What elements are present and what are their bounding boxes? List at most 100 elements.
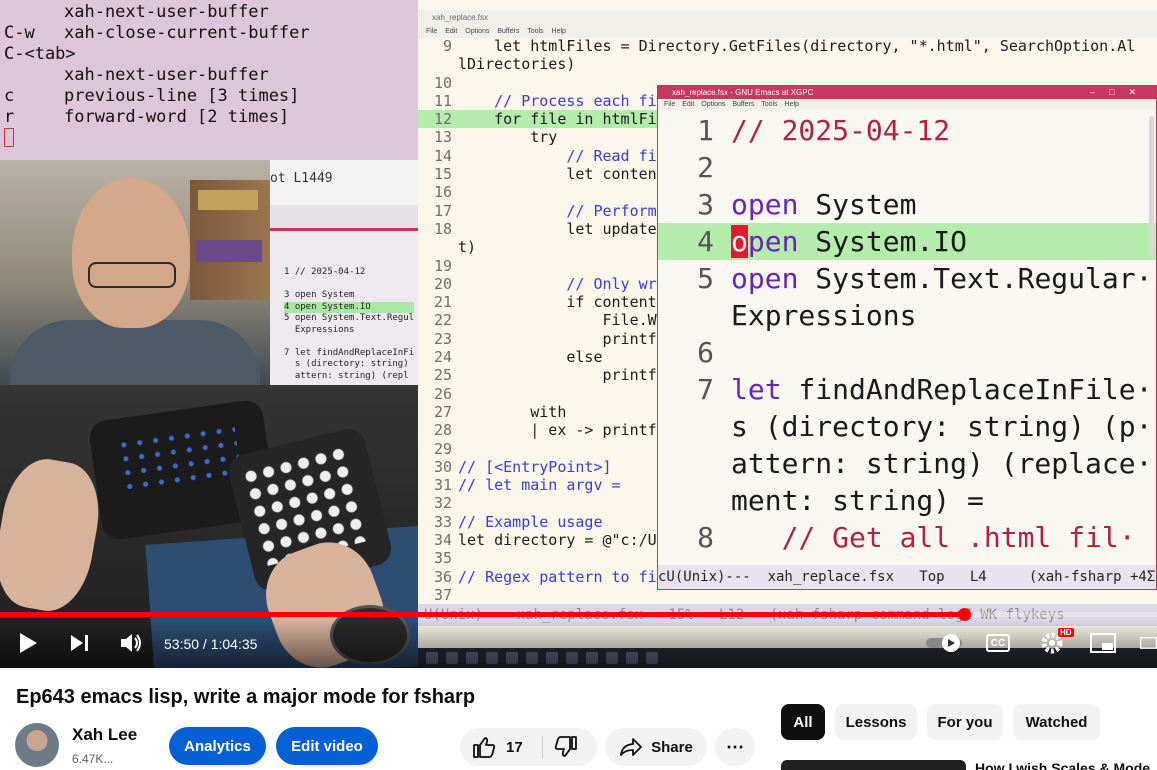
code-text: with bbox=[458, 402, 567, 421]
volume-button[interactable] bbox=[117, 630, 145, 656]
line-number: 26 bbox=[433, 384, 452, 403]
current-time: 53:50 bbox=[164, 636, 200, 652]
line-number: 21 bbox=[433, 293, 452, 312]
code-text: lDirectories) bbox=[458, 55, 576, 74]
mini-titlebar bbox=[270, 205, 418, 231]
line-number: 29 bbox=[433, 439, 452, 458]
play-button[interactable] bbox=[14, 630, 42, 656]
mini-line: 4 open System.IO bbox=[284, 301, 415, 313]
front-modeline: cU(Unix)--- xah_replace.fsx Top L4 (xah-… bbox=[658, 565, 1157, 589]
chip-watched[interactable]: Watched bbox=[1013, 704, 1100, 740]
next-button[interactable] bbox=[66, 630, 94, 656]
text-cursor: o bbox=[731, 225, 748, 258]
front-code-line: ment: string) = bbox=[658, 482, 1156, 519]
theater-button[interactable] bbox=[1140, 630, 1157, 656]
code-text: let updatedC bbox=[458, 219, 675, 238]
mini-line: s (directory: string) bbox=[284, 359, 409, 369]
line-number: 6 bbox=[697, 336, 714, 369]
mini-line: 5 open System.Text.Regul bbox=[284, 313, 415, 323]
video-player[interactable]: xah-next-user-buffer C-w xah-close-curren… bbox=[0, 0, 1157, 668]
code-text: // 2025-04-12 bbox=[731, 114, 951, 147]
time-display: 53:50 / 1:04:35 bbox=[164, 636, 257, 652]
edit-video-button[interactable]: Edit video bbox=[276, 727, 378, 765]
dislike-button[interactable] bbox=[554, 736, 578, 763]
code-text: let htmlFiles = Directory.GetFiles(direc… bbox=[458, 37, 1136, 55]
mini-screen-thumbnail: 1 // 2025-04-12 3 open System 4 open Sys… bbox=[270, 205, 418, 385]
line-number: 7 bbox=[697, 373, 714, 406]
share-label: Share bbox=[651, 738, 693, 756]
front-titlebar: xah_replace.fsx - GNU Emacs at XGPC –□✕ bbox=[658, 86, 1156, 99]
recommended-thumbnail[interactable] bbox=[781, 760, 966, 770]
code-text: printfn bbox=[458, 329, 666, 348]
line-number: 17 bbox=[433, 201, 452, 220]
front-code-line: 2 bbox=[658, 149, 1156, 186]
line-number: 5 bbox=[697, 262, 714, 295]
mini-line bbox=[284, 336, 414, 348]
chip-all[interactable]: All bbox=[781, 704, 825, 740]
window-controls[interactable]: –□✕ bbox=[1090, 86, 1150, 99]
line-number: 4 bbox=[697, 225, 714, 258]
front-code-line: Expressions bbox=[658, 297, 1156, 334]
line-number: 9 bbox=[442, 37, 452, 55]
chip-for-you[interactable]: For you bbox=[927, 704, 1003, 740]
code-text: System.Text.Regular· bbox=[798, 262, 1153, 295]
like-divider bbox=[542, 736, 543, 758]
front-code-line: 1 // 2025-04-12 bbox=[658, 112, 1156, 149]
line-number: 10 bbox=[433, 73, 452, 92]
line-number: 13 bbox=[433, 128, 452, 147]
chip-lessons[interactable]: Lessons bbox=[835, 704, 917, 740]
code-text: let directory = @"c:/Use bbox=[458, 531, 675, 550]
line-number: 28 bbox=[433, 421, 452, 440]
line-number: 19 bbox=[433, 256, 452, 275]
front-scrollbar[interactable] bbox=[1149, 116, 1154, 256]
line-number: 23 bbox=[433, 329, 452, 348]
mini-line: Expressions bbox=[284, 324, 355, 335]
presenter-head bbox=[72, 178, 190, 328]
front-code-line: attern: string) (replace· bbox=[658, 445, 1156, 482]
autoplay-toggle[interactable] bbox=[925, 630, 965, 656]
mini-line: attern: string) (repl bbox=[284, 370, 409, 381]
line-number: 12 bbox=[433, 110, 452, 129]
code-text: // Regex pattern to find bbox=[458, 567, 675, 586]
miniplayer-icon bbox=[1090, 633, 1116, 653]
channel-avatar[interactable] bbox=[15, 723, 59, 767]
code-text: findAndReplaceInFile· bbox=[781, 373, 1153, 406]
line-number: 35 bbox=[433, 549, 452, 568]
line-number: 1 bbox=[697, 114, 714, 147]
left-hand bbox=[0, 452, 108, 618]
total-time: 1:04:35 bbox=[210, 636, 258, 652]
presenter-glasses bbox=[88, 262, 176, 288]
front-code-line: 4 open System.IO bbox=[658, 223, 1156, 260]
line-number: 11 bbox=[433, 91, 452, 110]
captions-button[interactable]: CC bbox=[986, 634, 1010, 652]
code-text: // Perform r bbox=[458, 201, 675, 220]
recommended-title[interactable]: How I wish Scales & Mode bbox=[975, 760, 1150, 770]
channel-name[interactable]: Xah Lee bbox=[72, 725, 137, 745]
code-text: System bbox=[798, 188, 917, 221]
like-dislike-group: 17 bbox=[460, 728, 597, 766]
line-number: 27 bbox=[433, 402, 452, 421]
share-icon bbox=[620, 738, 643, 756]
analytics-button[interactable]: Analytics bbox=[169, 727, 266, 765]
share-button[interactable]: Share bbox=[605, 728, 707, 766]
code-text: printfn bbox=[458, 366, 666, 385]
player-controls: 53:50 / 1:04:35 CC HD bbox=[0, 620, 1157, 668]
theater-icon bbox=[1140, 637, 1157, 649]
cmdlog-line: c previous-line [3 times] bbox=[4, 86, 300, 106]
line-number: 32 bbox=[433, 494, 452, 513]
front-code-line: 6 bbox=[658, 334, 1156, 371]
line-number: 31 bbox=[433, 476, 452, 495]
miniplayer-button[interactable] bbox=[1089, 630, 1117, 656]
line-number: 14 bbox=[433, 146, 452, 165]
line-number: 24 bbox=[433, 348, 452, 367]
line-number: 22 bbox=[433, 311, 452, 330]
code-text: // [<EntryPoint>] bbox=[458, 457, 612, 476]
progress-bar[interactable] bbox=[0, 608, 1157, 621]
cmdlog-line: C-<tab> bbox=[4, 44, 76, 64]
line-number: 36 bbox=[433, 567, 452, 586]
more-actions-button[interactable]: ⋯ bbox=[715, 728, 755, 766]
keyword: let bbox=[731, 373, 782, 406]
cmdlog-line: C-w xah-close-current-buffer bbox=[4, 23, 310, 43]
command-log-pane: xah-next-user-buffer C-w xah-close-curren… bbox=[0, 0, 418, 160]
like-button[interactable]: 17 bbox=[472, 736, 523, 758]
